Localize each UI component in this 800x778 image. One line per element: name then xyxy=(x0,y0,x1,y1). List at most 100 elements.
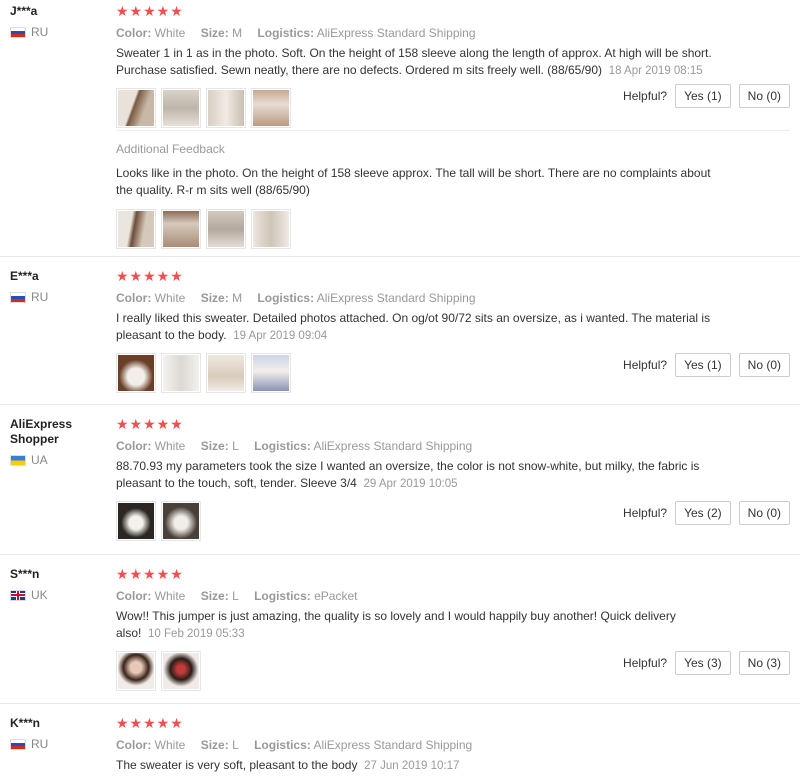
review-date: 18 Apr 2019 08:15 xyxy=(608,65,703,77)
reviewer-name: S***n xyxy=(10,567,40,581)
color-label: Color: xyxy=(116,439,152,453)
country-code: UA xyxy=(31,453,48,467)
review-content: I really liked this sweater. Detailed ph… xyxy=(116,311,711,342)
helpful-votes: Helpful? Yes (1) No (0) xyxy=(623,84,790,108)
helpful-no-button[interactable]: No (0) xyxy=(738,353,790,377)
helpful-votes: Helpful? Yes (2) No (0) xyxy=(623,501,790,525)
photo-thumbnail[interactable] xyxy=(206,88,246,128)
reviewer-name: E***a xyxy=(10,269,39,283)
review-item: J***a RU ★★★★★ Color: White Size: M Logi… xyxy=(0,0,800,257)
reviewer-country: RU xyxy=(10,290,100,304)
star-rating: ★★★★★ xyxy=(116,3,184,19)
additional-feedback-text: Looks like in the photo. On the height o… xyxy=(116,166,711,197)
photo-thumbnail[interactable] xyxy=(251,353,291,393)
color-value: White xyxy=(154,291,186,305)
size-label: Size: xyxy=(200,589,229,603)
logistics-value: AliExpress Standard Shipping xyxy=(313,738,473,752)
photo-thumbnail[interactable] xyxy=(161,209,201,249)
helpful-yes-button[interactable]: Yes (2) xyxy=(675,501,731,525)
ukraine-flag-icon xyxy=(10,454,26,466)
color-label: Color: xyxy=(116,291,152,305)
logistics-value: ePacket xyxy=(314,589,358,603)
additional-photos xyxy=(116,209,790,249)
review-date: 10 Feb 2019 05:33 xyxy=(148,628,245,640)
helpful-no-button[interactable]: No (3) xyxy=(738,651,790,675)
review-text: Wow!! This jumper is just amazing, the q… xyxy=(116,608,720,643)
size-value: L xyxy=(232,439,239,453)
color-value: White xyxy=(154,439,186,453)
photo-thumbnail[interactable] xyxy=(206,353,246,393)
size-label: Size: xyxy=(200,738,229,752)
color-value: White xyxy=(154,589,186,603)
review-text: 88.70.93 my parameters took the size I w… xyxy=(116,458,720,493)
photo-thumbnail[interactable] xyxy=(161,651,201,691)
photo-thumbnail[interactable] xyxy=(116,209,156,249)
helpful-no-button[interactable]: No (0) xyxy=(738,501,790,525)
size-label: Size: xyxy=(200,291,229,305)
reviewer-country: UA xyxy=(10,453,100,467)
reviewer-info: K***n RU xyxy=(10,716,100,751)
review-item: AliExpress Shopper UA ★★★★★ Color: White… xyxy=(0,405,800,555)
size-value: L xyxy=(232,589,239,603)
helpful-yes-button[interactable]: Yes (3) xyxy=(675,651,731,675)
helpful-label: Helpful? xyxy=(623,656,668,670)
logistics-label: Logistics: xyxy=(257,26,315,40)
reviewer-name: J***a xyxy=(10,4,38,18)
additional-feedback-title: Additional Feedback xyxy=(116,142,225,156)
review-text: The sweater is very soft, pleasant to th… xyxy=(116,757,720,775)
photo-thumbnail[interactable] xyxy=(206,209,246,249)
russia-flag-icon xyxy=(10,738,26,750)
size-value: L xyxy=(232,738,239,752)
photo-thumbnail[interactable] xyxy=(116,353,156,393)
review-body: ★★★★★ Color: White Size: L Logistics: Al… xyxy=(116,716,790,775)
russia-flag-icon xyxy=(10,291,26,303)
review-date: 19 Apr 2019 09:04 xyxy=(233,330,328,342)
logistics-value: AliExpress Standard Shipping xyxy=(313,439,473,453)
reviewer-info: AliExpress Shopper UA xyxy=(10,417,100,467)
review-date: 29 Apr 2019 10:05 xyxy=(363,478,458,490)
star-rating: ★★★★★ xyxy=(116,416,184,432)
order-info: Color: White Size: M Logistics: AliExpre… xyxy=(116,291,790,305)
star-rating: ★★★★★ xyxy=(116,715,184,731)
order-info: Color: White Size: L Logistics: ePacket xyxy=(116,589,790,603)
reviewer-info: J***a RU xyxy=(10,4,100,39)
review-text: I really liked this sweater. Detailed ph… xyxy=(116,310,720,345)
logistics-value: AliExpress Standard Shipping xyxy=(316,291,476,305)
photo-thumbnail[interactable] xyxy=(116,651,156,691)
photo-thumbnail[interactable] xyxy=(116,501,156,541)
reviewer-info: E***a RU xyxy=(10,269,100,304)
size-value: M xyxy=(232,291,243,305)
helpful-votes: Helpful? Yes (1) No (0) xyxy=(623,353,790,377)
photo-thumbnail[interactable] xyxy=(161,353,201,393)
review-text: Sweater 1 in 1 as in the photo. Soft. On… xyxy=(116,45,720,80)
reviewer-info: S***n UK xyxy=(10,567,100,602)
helpful-yes-button[interactable]: Yes (1) xyxy=(675,84,731,108)
helpful-yes-button[interactable]: Yes (1) xyxy=(675,353,731,377)
review-item: S***n UK ★★★★★ Color: White Size: L Logi… xyxy=(0,555,800,704)
order-info: Color: White Size: L Logistics: AliExpre… xyxy=(116,439,790,453)
logistics-label: Logistics: xyxy=(254,439,311,453)
order-info: Color: White Size: L Logistics: AliExpre… xyxy=(116,738,790,752)
logistics-label: Logistics: xyxy=(257,291,315,305)
review-date: 27 Jun 2019 10:17 xyxy=(364,760,460,772)
photo-thumbnail[interactable] xyxy=(161,501,201,541)
reviewer-country: RU xyxy=(10,25,100,39)
reviewer-country: UK xyxy=(10,588,100,602)
additional-feedback: Additional Feedback Looks like in the ph… xyxy=(116,142,790,249)
photo-thumbnail[interactable] xyxy=(161,88,201,128)
size-label: Size: xyxy=(200,26,229,40)
helpful-votes: Helpful? Yes (3) No (3) xyxy=(623,651,790,675)
country-code: RU xyxy=(31,737,49,751)
photo-thumbnail[interactable] xyxy=(251,88,291,128)
reviewer-name: AliExpress Shopper xyxy=(10,417,73,446)
logistics-value: AliExpress Standard Shipping xyxy=(316,26,476,40)
review-content: The sweater is very soft, pleasant to th… xyxy=(116,758,358,772)
helpful-no-button[interactable]: No (0) xyxy=(738,84,790,108)
review-item: K***n RU ★★★★★ Color: White Size: L Logi… xyxy=(0,704,800,778)
order-info: Color: White Size: M Logistics: AliExpre… xyxy=(116,26,790,40)
color-label: Color: xyxy=(116,738,152,752)
logistics-label: Logistics: xyxy=(254,738,311,752)
uk-flag-icon xyxy=(10,589,26,601)
photo-thumbnail[interactable] xyxy=(116,88,156,128)
photo-thumbnail[interactable] xyxy=(251,209,291,249)
